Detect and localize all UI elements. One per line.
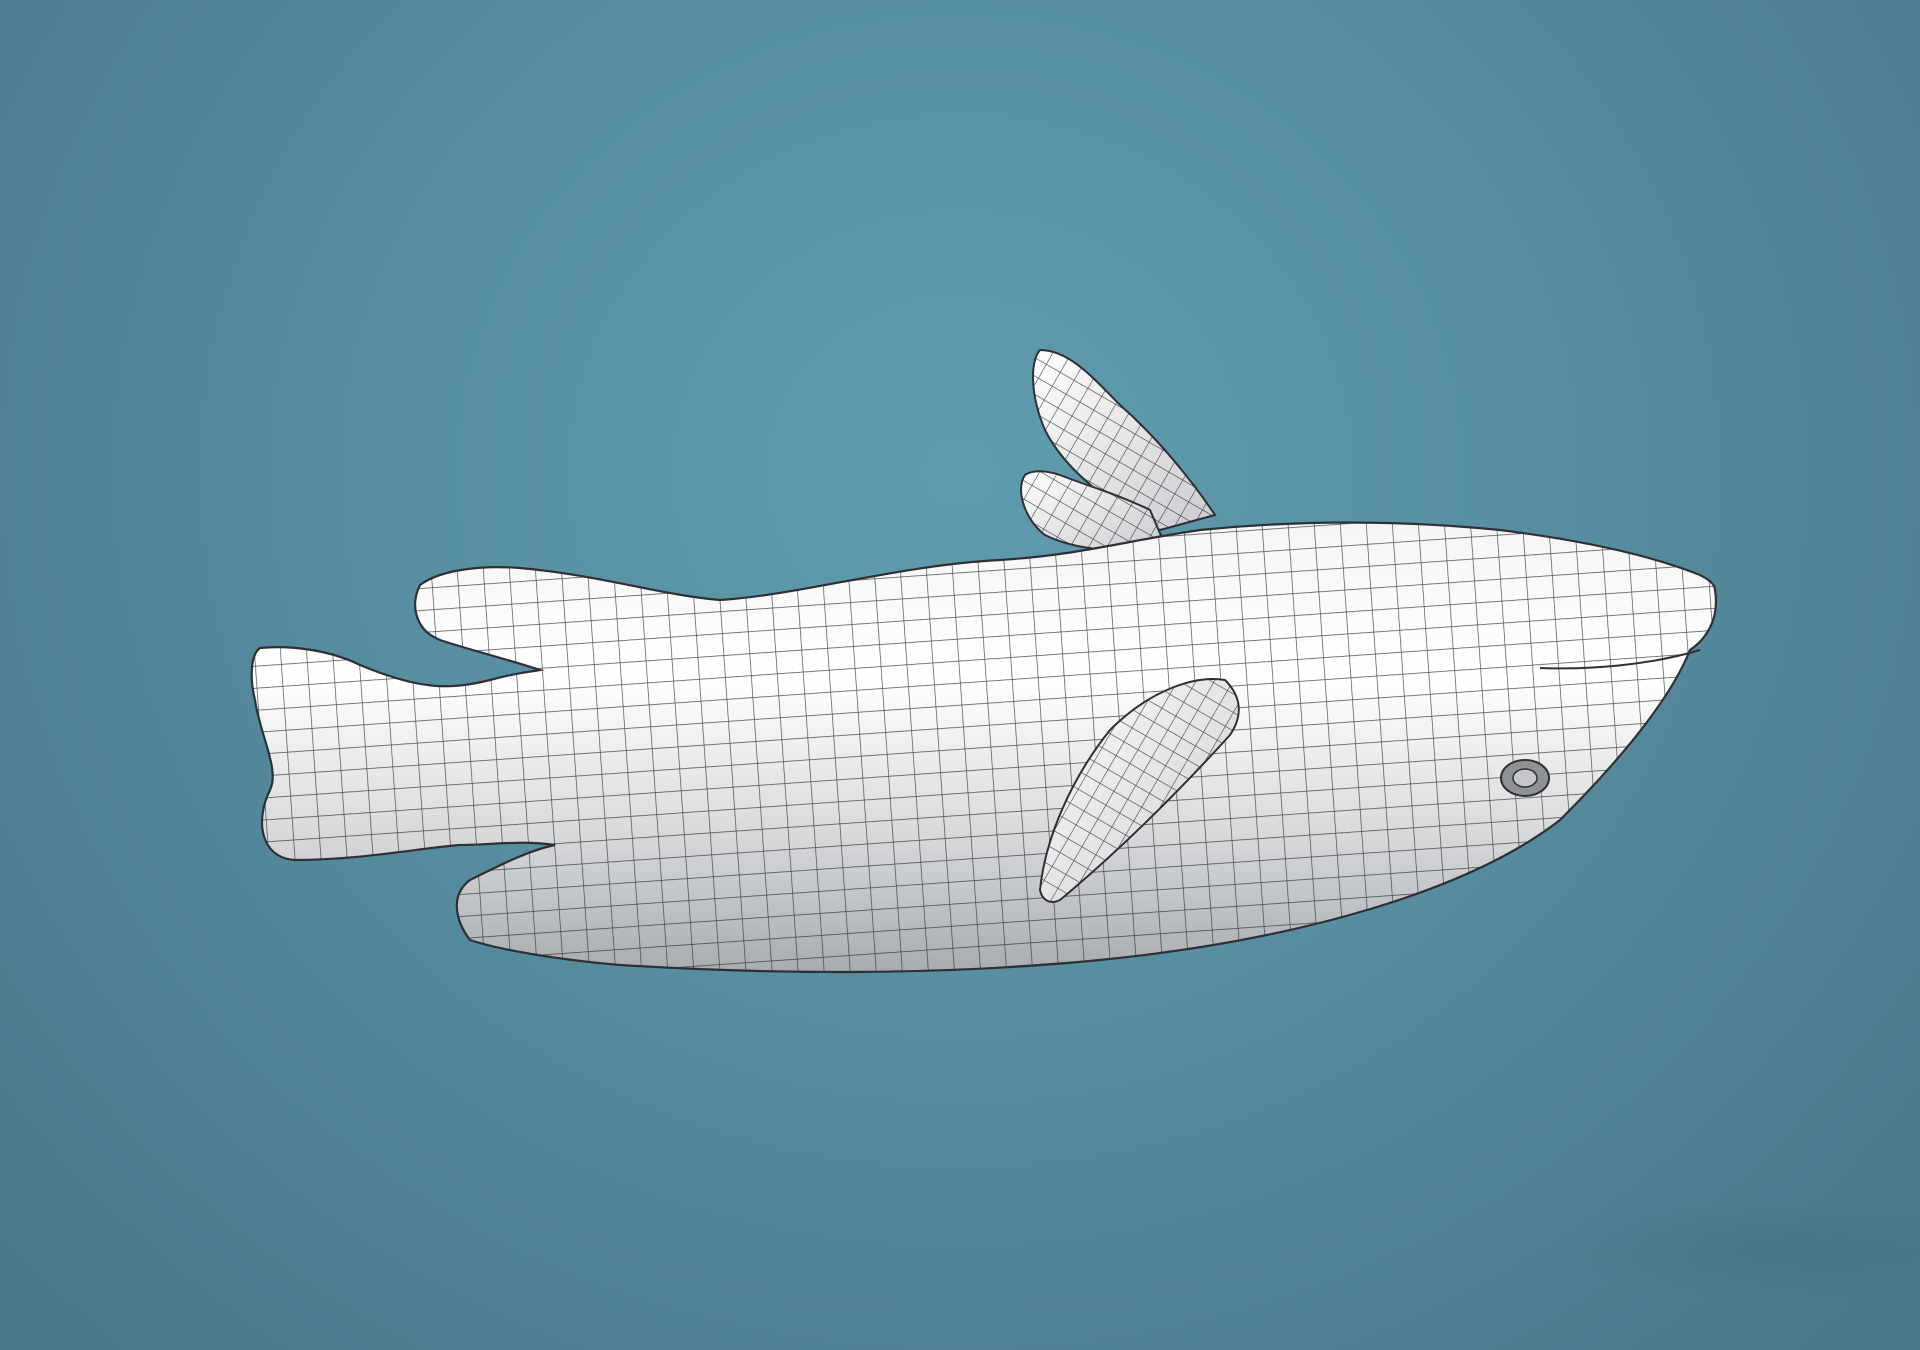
wireframe-fish-model bbox=[250, 348, 1920, 1300]
floor-shadow bbox=[1560, 1200, 1920, 1300]
eye bbox=[1500, 759, 1550, 797]
fish-body bbox=[250, 521, 1718, 974]
viewport-background bbox=[0, 0, 1920, 1350]
